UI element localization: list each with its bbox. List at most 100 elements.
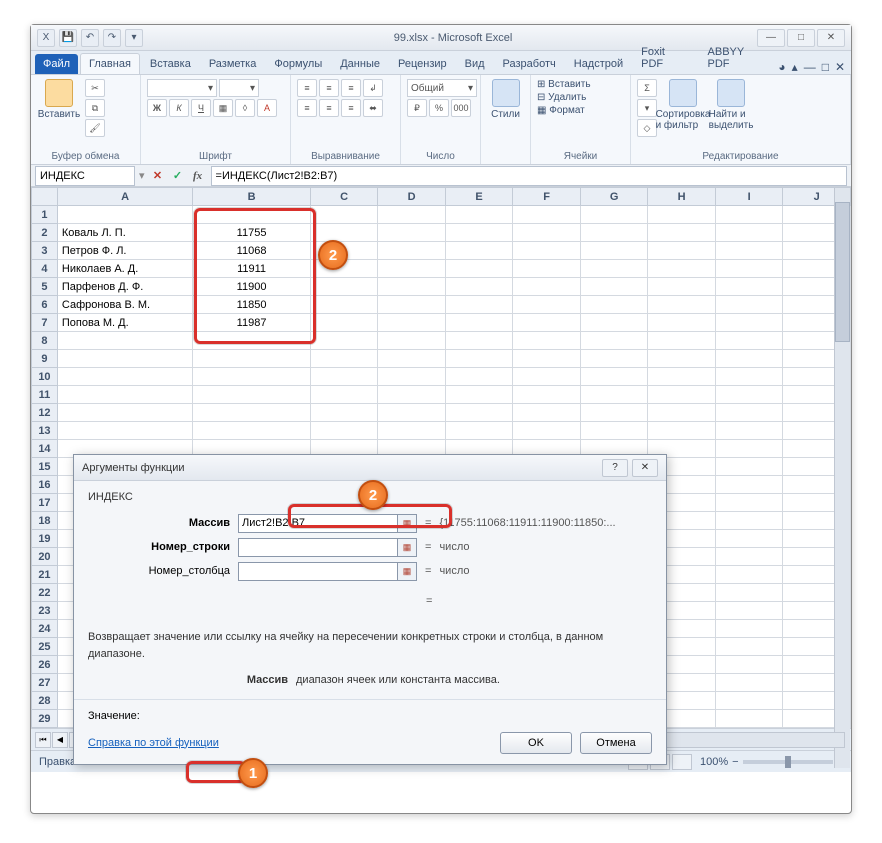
cells-format[interactable]: ▦ Формат	[537, 105, 585, 116]
row-header[interactable]: 3	[32, 242, 58, 260]
row-header[interactable]: 12	[32, 404, 58, 422]
dialog-close-button[interactable]: ✕	[632, 459, 658, 477]
cell[interactable]	[715, 386, 783, 404]
doc-close-icon[interactable]: ✕	[835, 60, 845, 74]
cell[interactable]	[580, 350, 648, 368]
cell[interactable]	[513, 260, 581, 278]
cell[interactable]	[580, 386, 648, 404]
cell[interactable]	[193, 368, 310, 386]
cell[interactable]	[648, 422, 716, 440]
row-header[interactable]: 14	[32, 440, 58, 458]
cell[interactable]	[580, 404, 648, 422]
styles-button[interactable]: Стили	[487, 79, 524, 120]
cell[interactable]	[715, 692, 783, 710]
cell[interactable]	[445, 386, 513, 404]
cell[interactable]: Петров Ф. Л.	[57, 242, 192, 260]
arg-col-input[interactable]	[238, 562, 398, 581]
cell[interactable]: 11987	[193, 314, 310, 332]
cell[interactable]	[310, 422, 378, 440]
arg-row-input[interactable]	[238, 538, 398, 557]
comma-button[interactable]: 000	[451, 99, 471, 117]
col-header[interactable]: D	[378, 188, 446, 206]
dialog-help-link[interactable]: Справка по этой функции	[88, 737, 219, 749]
row-header[interactable]: 13	[32, 422, 58, 440]
cell[interactable]	[378, 260, 446, 278]
cell[interactable]: 11911	[193, 260, 310, 278]
cell[interactable]	[310, 296, 378, 314]
col-header[interactable]: E	[445, 188, 513, 206]
cell[interactable]	[648, 350, 716, 368]
cell[interactable]	[648, 278, 716, 296]
cell[interactable]	[580, 278, 648, 296]
cell[interactable]	[715, 656, 783, 674]
cell[interactable]	[193, 332, 310, 350]
cell[interactable]	[57, 350, 192, 368]
tab-file[interactable]: Файл	[35, 54, 78, 74]
maximize-button[interactable]: □	[787, 29, 815, 47]
row-header[interactable]: 28	[32, 692, 58, 710]
tab-foxit[interactable]: Foxit PDF	[633, 42, 697, 74]
row-header[interactable]: 16	[32, 476, 58, 494]
bold-button[interactable]: Ж	[147, 99, 167, 117]
cell[interactable]	[378, 296, 446, 314]
cell[interactable]	[648, 296, 716, 314]
merge-button[interactable]: ⬌	[363, 99, 383, 117]
align-bot[interactable]: ≡	[341, 79, 361, 97]
align-center[interactable]: ≡	[319, 99, 339, 117]
cell[interactable]	[378, 224, 446, 242]
cell[interactable]	[580, 314, 648, 332]
fx-button[interactable]: fx	[189, 167, 207, 185]
enter-formula-button[interactable]: ✓	[169, 167, 187, 185]
row-header[interactable]: 25	[32, 638, 58, 656]
ribbon-min-icon[interactable]: ▴	[792, 60, 798, 74]
row-header[interactable]: 15	[32, 458, 58, 476]
cell[interactable]	[580, 224, 648, 242]
cell[interactable]	[648, 332, 716, 350]
align-top[interactable]: ≡	[297, 79, 317, 97]
cell[interactable]	[445, 314, 513, 332]
underline-button[interactable]: Ч	[191, 99, 211, 117]
cell[interactable]	[715, 584, 783, 602]
cell[interactable]	[310, 278, 378, 296]
font-name[interactable]: ▾	[147, 79, 217, 97]
col-header[interactable]: I	[715, 188, 783, 206]
name-box[interactable]: ИНДЕКС	[35, 166, 135, 186]
cell[interactable]	[57, 386, 192, 404]
cell[interactable]	[513, 314, 581, 332]
cell[interactable]	[715, 458, 783, 476]
sort-filter-button[interactable]: Сортировка и фильтр	[661, 79, 705, 131]
cell[interactable]	[310, 314, 378, 332]
cell[interactable]	[378, 422, 446, 440]
cell[interactable]	[57, 332, 192, 350]
fill-color-button[interactable]: ◊	[235, 99, 255, 117]
col-header[interactable]: F	[513, 188, 581, 206]
copy-icon[interactable]: ⧉	[85, 99, 105, 117]
cell[interactable]	[513, 386, 581, 404]
cell[interactable]	[513, 224, 581, 242]
paste-button[interactable]: Вставить	[37, 79, 81, 120]
tab-home[interactable]: Главная	[80, 53, 140, 74]
format-painter-icon[interactable]: 🖌	[85, 119, 105, 137]
cell[interactable]: 11068	[193, 242, 310, 260]
percent-button[interactable]: %	[429, 99, 449, 117]
cell[interactable]	[715, 674, 783, 692]
cell[interactable]	[445, 206, 513, 224]
cell[interactable]	[648, 206, 716, 224]
row-header[interactable]: 17	[32, 494, 58, 512]
cell[interactable]	[715, 440, 783, 458]
range-picker-icon[interactable]: ▦	[397, 514, 417, 533]
cells-delete[interactable]: ⊟ Удалить	[537, 92, 586, 103]
cell[interactable]	[715, 422, 783, 440]
help-icon[interactable]: ◕	[778, 60, 785, 74]
col-header[interactable]: C	[310, 188, 378, 206]
tab-view[interactable]: Вид	[457, 54, 493, 74]
cell[interactable]	[310, 368, 378, 386]
zoom-slider[interactable]	[743, 760, 833, 764]
cell[interactable]	[648, 260, 716, 278]
row-header[interactable]: 18	[32, 512, 58, 530]
ok-button[interactable]: OK	[500, 732, 572, 754]
currency-button[interactable]: ₽	[407, 99, 427, 117]
row-header[interactable]: 6	[32, 296, 58, 314]
cell[interactable]	[648, 368, 716, 386]
cell[interactable]	[715, 206, 783, 224]
